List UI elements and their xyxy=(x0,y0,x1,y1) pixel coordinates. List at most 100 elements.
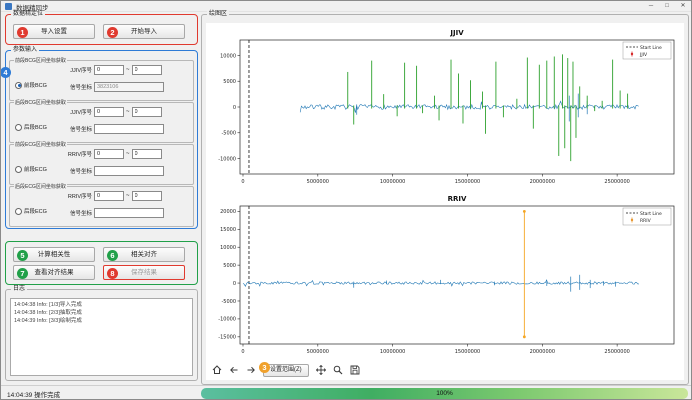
svg-text:Start Line: Start Line xyxy=(640,211,662,217)
svg-text:RRIV: RRIV xyxy=(640,218,652,224)
start-import-label: 开始导入 xyxy=(131,28,157,35)
signal-coord-input[interactable] xyxy=(94,208,164,218)
left-panel: 数据精定位 1 导入设置 2 开始导入 参数输入 4 前段BCG区间坐标获取 前… xyxy=(5,14,198,382)
signal-coord-input[interactable] xyxy=(94,82,164,92)
forward-icon[interactable] xyxy=(246,365,256,375)
zoom-icon[interactable] xyxy=(333,365,343,375)
svg-text:10000000: 10000000 xyxy=(380,349,405,355)
log-line: 14:04:38 Info: [1/3]导入完成 xyxy=(14,301,189,309)
rear-bcg-section: 后段BCG区间坐标获取 后段BCG JJIV序号 ~ 信号坐标 xyxy=(9,102,194,143)
svg-text:0: 0 xyxy=(241,179,244,185)
radio-icon[interactable] xyxy=(15,166,22,173)
svg-text:5000000: 5000000 xyxy=(307,349,329,355)
correlation-align-button[interactable]: 6 相关对齐 xyxy=(103,247,185,262)
svg-text:JJIV: JJIV xyxy=(449,29,464,37)
front-bcg-section-title: 前段BCG区间坐标获取 xyxy=(14,58,67,64)
rear-bcg-radio[interactable]: 后段BCG xyxy=(15,123,47,131)
signal-coord-input[interactable] xyxy=(94,166,164,176)
plot-area-group: 绘图区 JJIV-10000-5000050001000005000000100… xyxy=(201,14,689,385)
signal-coord-label: 信号坐标 xyxy=(54,83,92,91)
step-badge-5: 5 xyxy=(17,250,28,261)
step-badge-2: 2 xyxy=(107,27,118,38)
locate-group: 数据精定位 1 导入设置 2 开始导入 xyxy=(5,14,198,45)
progress-bar: 100% xyxy=(201,388,688,399)
log-output[interactable]: 14:04:38 Info: [1/3]导入完成 14:04:38 Info: … xyxy=(10,298,193,376)
svg-text:0: 0 xyxy=(241,349,244,355)
step-badge-1: 1 xyxy=(17,27,28,38)
step-badge-6: 6 xyxy=(107,250,118,261)
param-group-title: 参数输入 xyxy=(11,47,39,54)
svg-text:5000000: 5000000 xyxy=(307,179,329,185)
start-import-button[interactable]: 2 开始导入 xyxy=(103,24,185,39)
import-settings-button[interactable]: 1 导入设置 xyxy=(13,24,95,39)
jjiv-seq-end-input[interactable] xyxy=(132,65,162,75)
mpl-toolbar: 3 设置范围(Z) xyxy=(212,361,360,379)
save-result-label: 保存结果 xyxy=(131,269,157,276)
jjiv-seq-end-input[interactable] xyxy=(132,107,162,117)
jjiv-seq-label: JJIV序号 xyxy=(54,108,92,116)
radio-icon[interactable] xyxy=(15,124,22,131)
radio-icon[interactable] xyxy=(15,82,22,89)
svg-text:10000: 10000 xyxy=(220,245,236,251)
status-bar: 14:04:39 操作完成 100% xyxy=(1,385,691,399)
svg-text:5000: 5000 xyxy=(223,79,236,85)
home-icon[interactable] xyxy=(212,365,222,375)
set-range-button[interactable]: 3 设置范围(Z) xyxy=(263,364,309,377)
signal-coord-input[interactable] xyxy=(94,124,164,134)
view-align-result-button[interactable]: 7 查看对齐结果 xyxy=(13,265,95,280)
svg-text:15000000: 15000000 xyxy=(455,349,480,355)
minimize-button[interactable]: ─ xyxy=(643,1,659,12)
rriv-seq-start-input[interactable] xyxy=(94,149,124,159)
param-input-group: 参数输入 4 前段BCG区间坐标获取 前段BCG JJIV序号 ~ 信号坐标 xyxy=(5,50,198,229)
step-badge-7: 7 xyxy=(17,268,28,279)
rriv-seq-end-input[interactable] xyxy=(132,191,162,201)
tilde-separator: ~ xyxy=(126,109,130,115)
app-window: 数据精同步 ─ □ ✕ 数据精定位 1 导入设置 2 开始导入 参数输入 4 前… xyxy=(0,0,692,400)
rriv-seq-label: RRIV序号 xyxy=(54,192,92,200)
rriv-seq-end-input[interactable] xyxy=(132,149,162,159)
svg-text:10000000: 10000000 xyxy=(380,179,405,185)
front-ecg-radio[interactable]: 前段ECG xyxy=(15,165,47,173)
rear-ecg-section: 后段ECG区间坐标获取 后段ECG RRIV序号 ~ 信号坐标 xyxy=(9,186,194,227)
figure-canvas[interactable]: JJIV -10000 -5000 0 5000 10000 0 5000000 1000000… xyxy=(206,23,684,380)
save-icon[interactable] xyxy=(350,365,360,375)
jjiv-seq-start-input[interactable] xyxy=(94,107,124,117)
save-result-button[interactable]: 8 保存结果 xyxy=(103,265,185,280)
svg-text:-10000: -10000 xyxy=(218,156,236,162)
svg-text:15000000: 15000000 xyxy=(455,179,480,185)
step-badge-3: 3 xyxy=(259,362,270,373)
svg-text:-5000: -5000 xyxy=(221,299,236,305)
compute-correlation-button[interactable]: 5 计算相关性 xyxy=(13,247,95,262)
view-align-result-label: 查看对齐结果 xyxy=(35,269,74,276)
jjiv-seq-start-input[interactable] xyxy=(94,65,124,75)
progress-label: 100% xyxy=(436,390,453,397)
close-button[interactable]: ✕ xyxy=(675,1,691,12)
svg-text:15000: 15000 xyxy=(220,227,236,233)
log-group: 日志 14:04:38 Info: [1/3]导入完成 14:04:38 Inf… xyxy=(5,289,198,381)
svg-text:0: 0 xyxy=(233,105,236,111)
rear-ecg-radio[interactable]: 后段ECG xyxy=(15,207,47,215)
action-group: 5 计算相关性 6 相关对齐 7 查看对齐结果 8 保存结果 xyxy=(5,241,198,285)
svg-text:-10000: -10000 xyxy=(218,317,236,323)
step-badge-8: 8 xyxy=(107,268,118,279)
signal-coord-label: 信号坐标 xyxy=(54,125,92,133)
jjiv-chart: JJIV-10000-50000500010000050000001000000… xyxy=(208,25,684,187)
svg-text:JJIV: JJIV xyxy=(639,52,648,58)
log-line: 14:04:38 Info: [2/3]抽取完成 xyxy=(14,309,189,317)
back-icon[interactable] xyxy=(229,365,239,375)
maximize-button[interactable]: □ xyxy=(659,1,675,12)
step-badge-4: 4 xyxy=(0,67,11,78)
app-icon xyxy=(5,3,12,10)
log-group-title: 日志 xyxy=(11,286,27,293)
rriv-seq-label: RRIV序号 xyxy=(54,150,92,158)
front-ecg-section: 前段ECG区间坐标获取 前段ECG RRIV序号 ~ 信号坐标 xyxy=(9,144,194,185)
signal-coord-label: 信号坐标 xyxy=(54,209,92,217)
import-settings-label: 导入设置 xyxy=(41,28,67,35)
svg-text:0: 0 xyxy=(233,281,236,287)
radio-icon[interactable] xyxy=(15,208,22,215)
front-bcg-radio[interactable]: 前段BCG xyxy=(15,81,47,89)
pan-icon[interactable] xyxy=(316,365,326,375)
rriv-seq-start-input[interactable] xyxy=(94,191,124,201)
locate-group-title: 数据精定位 xyxy=(11,11,45,18)
svg-text:25000000: 25000000 xyxy=(604,179,629,185)
